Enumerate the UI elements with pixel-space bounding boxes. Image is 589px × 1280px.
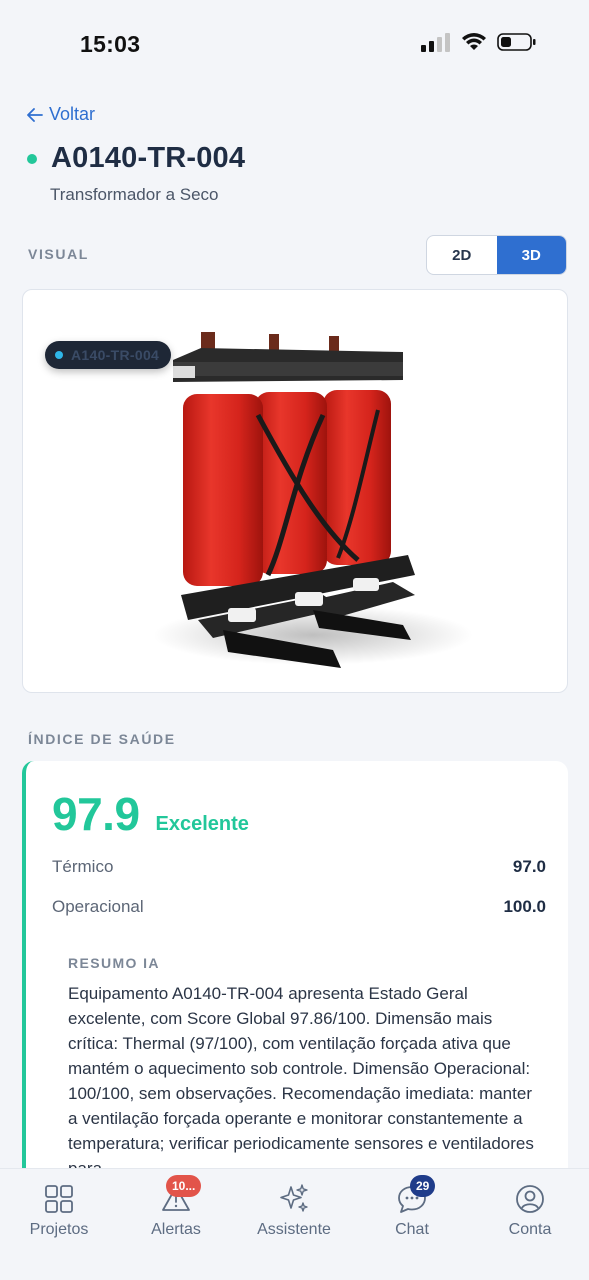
status-time: 15:03 <box>80 31 141 57</box>
status-dot <box>27 153 37 164</box>
toggle-2d-button[interactable]: 2D <box>427 236 497 274</box>
model-viewer[interactable]: A140-TR-004 <box>22 289 568 693</box>
toggle-3d-button[interactable]: 3D <box>496 236 566 274</box>
ai-summary: RESUMO IA Equipamento A0140-TR-004 apres… <box>68 955 538 1181</box>
model-tag-text: A140-TR-004 <box>71 347 160 363</box>
nav-item-assistente[interactable]: Assistente <box>244 1183 344 1239</box>
chat-badge: 29 <box>410 1175 436 1197</box>
bottom-nav: Projetos 10... Alertas Assistente 29 Cha… <box>0 1168 589 1280</box>
health-rating: Excelente <box>155 813 249 835</box>
nav-item-projetos[interactable]: Projetos <box>9 1183 109 1239</box>
page-title: A0140-TR-004 <box>51 142 246 174</box>
user-icon <box>514 1183 546 1215</box>
alert-icon: 10... <box>160 1175 202 1215</box>
grid-icon <box>43 1183 75 1215</box>
nav-label: Chat <box>395 1221 429 1238</box>
view-mode-toggle: 2D 3D <box>426 235 567 275</box>
health-score: 97.9 <box>52 788 140 840</box>
nav-item-chat[interactable]: 29 Chat <box>362 1175 462 1239</box>
alerts-badge: 10... <box>166 1175 202 1197</box>
status-bar: 15:03 <box>0 0 589 90</box>
sparkles-icon <box>278 1183 310 1215</box>
title-row: A0140-TR-004 <box>27 142 245 175</box>
nav-label: Projetos <box>29 1221 89 1238</box>
model-tag-chip: A140-TR-004 <box>45 341 172 369</box>
ai-summary-label: RESUMO IA <box>68 955 160 971</box>
chat-icon: 29 <box>396 1175 436 1215</box>
health-card: 97.9 Excelente Térmico 97.0 Operacional … <box>22 761 568 1181</box>
back-label: Voltar <box>49 104 96 124</box>
nav-label: Alertas <box>151 1221 201 1238</box>
metric-value: 97.0 <box>512 857 546 876</box>
nav-label: Conta <box>508 1221 552 1238</box>
score-row: 97.9 Excelente <box>52 787 249 841</box>
ai-summary-text: Equipamento A0140-TR-004 apresenta Estad… <box>68 984 534 1178</box>
metric-row-thermal: Térmico 97.0 <box>52 857 546 877</box>
signal-icon <box>421 33 450 52</box>
visual-section-label: VISUAL <box>28 246 89 262</box>
arrow-left-icon <box>27 107 43 122</box>
metric-value: 100.0 <box>503 897 546 916</box>
metric-name: Operacional <box>52 897 144 916</box>
wifi-icon <box>462 33 486 50</box>
tag-dot <box>55 351 63 359</box>
nav-label: Assistente <box>257 1221 331 1238</box>
back-button[interactable]: Voltar <box>27 104 95 125</box>
metric-name: Térmico <box>52 857 114 876</box>
nav-item-conta[interactable]: Conta <box>480 1183 580 1239</box>
nav-item-alertas[interactable]: 10... Alertas <box>126 1175 226 1239</box>
battery-icon <box>497 33 536 51</box>
metric-row-operational: Operacional 100.0 <box>52 897 546 917</box>
health-section-label: ÍNDICE DE SAÚDE <box>28 731 176 747</box>
page-subtitle: Transformador a Seco <box>50 185 219 204</box>
status-icons <box>421 32 537 52</box>
